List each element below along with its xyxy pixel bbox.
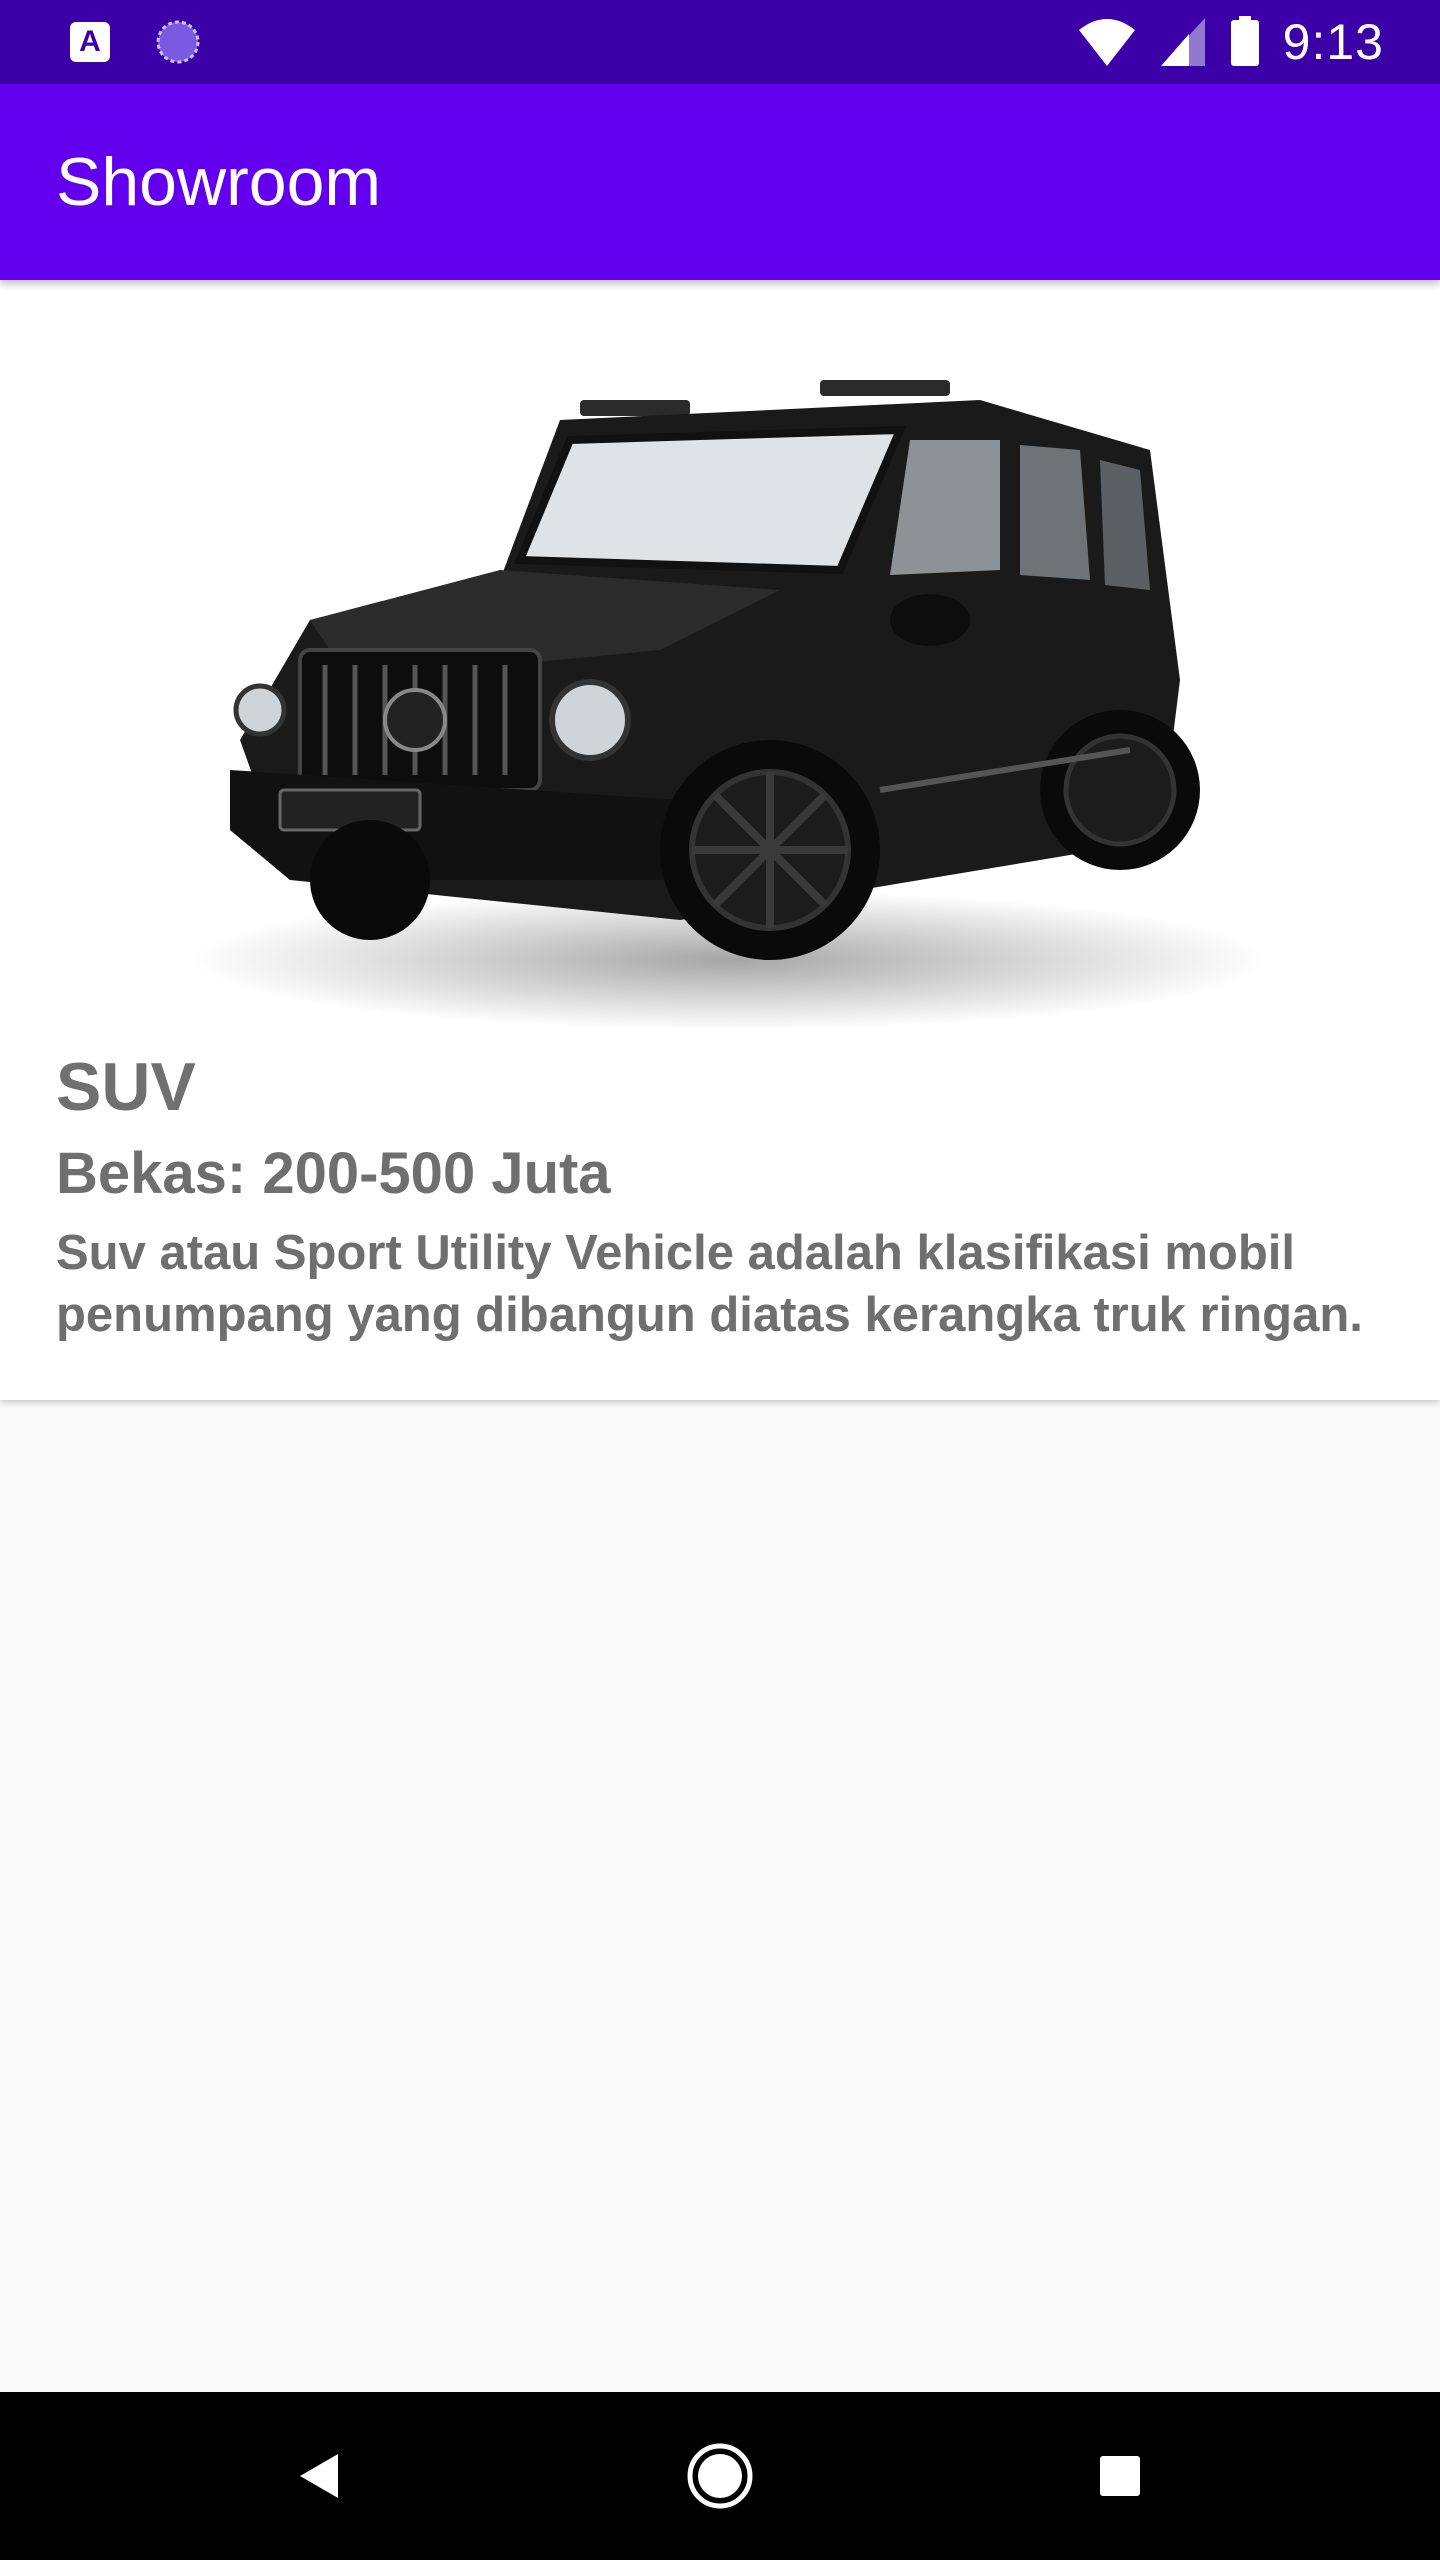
status-time: 9:13 (1282, 14, 1384, 70)
car-price: Bekas: 200-500 Juta (56, 1141, 611, 1206)
app-bar: Showroom (0, 84, 1440, 280)
battery-icon (1230, 16, 1259, 66)
signal-icon (1160, 18, 1205, 66)
page-title: Showroom (56, 144, 382, 220)
car-image (190, 380, 1270, 1030)
recents-icon (1100, 2456, 1140, 2496)
navigation-bar (0, 2392, 1440, 2560)
home-button[interactable] (640, 2392, 800, 2560)
back-button[interactable] (240, 2392, 400, 2560)
car-name: SUV (56, 1049, 196, 1125)
back-icon (300, 2454, 338, 2498)
status-bar: A 9:13 (0, 0, 1440, 84)
home-icon (687, 2443, 753, 2509)
wifi-icon (1078, 19, 1135, 66)
car-card[interactable]: SUV Bekas: 200-500 Juta Suv atau Sport U… (0, 280, 1440, 1400)
recents-button[interactable] (1040, 2392, 1200, 2560)
car-description: Suv atau Sport Utility Vehicle adalah kl… (56, 1226, 1363, 1342)
app-a-icon: A (70, 22, 110, 62)
spinner-icon (156, 20, 200, 64)
